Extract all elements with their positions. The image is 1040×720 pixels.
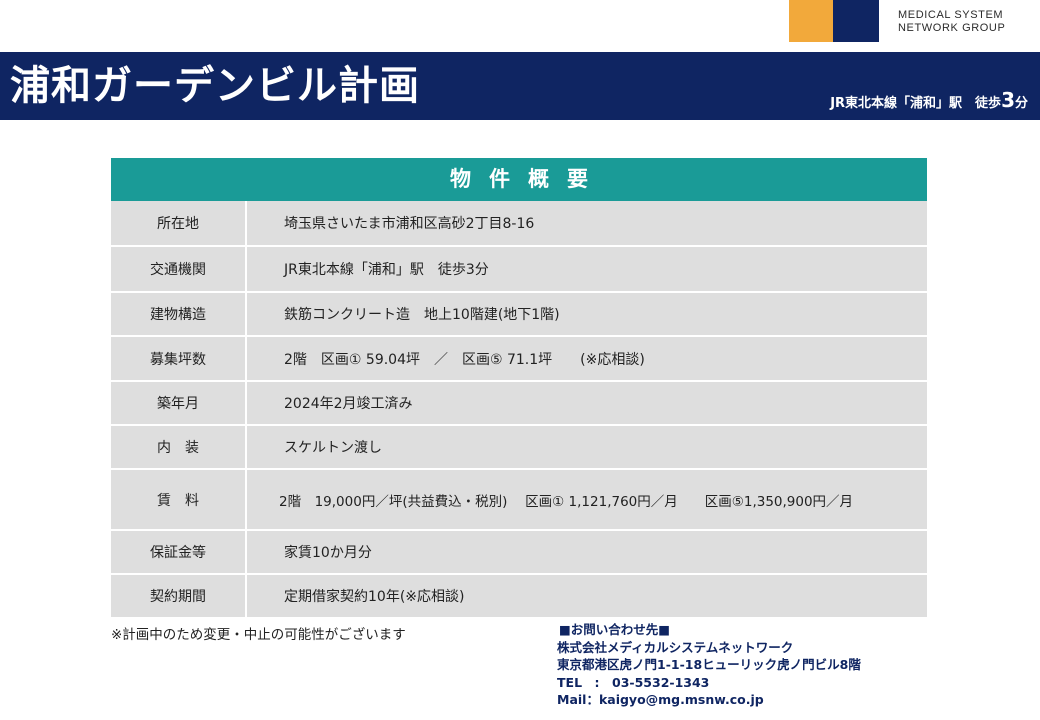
row-value: JR東北本線「浦和」駅 徒歩3分 bbox=[284, 262, 489, 278]
table-row-location: 所在地 埼玉県さいたま市浦和区高砂2丁目8-16 bbox=[111, 201, 927, 247]
row-value: 定期借家契約10年(※応相談) bbox=[284, 589, 465, 605]
contact-address: 東京都港区虎ノ門1-1-18ヒューリック虎ノ門ビル8階 bbox=[557, 657, 861, 672]
title-bar: 浦和ガーデンビル計画 JR東北本線「浦和」駅 徒歩3分 bbox=[0, 52, 1040, 120]
table-title: 物件概要 bbox=[111, 158, 927, 201]
company-logo-text: MEDICAL SYSTEM NETWORK GROUP bbox=[898, 9, 1005, 35]
disclaimer-note: ※計画中のため変更・中止の可能性がございます bbox=[111, 627, 406, 643]
contact-tel: TEL : 03-5532-1343 bbox=[557, 674, 710, 690]
table-row-completion: 築年月 2024年2月竣工済み bbox=[111, 382, 927, 426]
row-label: 交通機関 bbox=[111, 247, 247, 291]
row-label: 建物構造 bbox=[111, 293, 247, 335]
logo-line-2: NETWORK GROUP bbox=[898, 22, 1006, 34]
row-label: 築年月 bbox=[111, 382, 247, 424]
row-value: 2階 区画① 59.04坪 ／ 区画⑤ 71.1坪 (※応相談) bbox=[284, 351, 645, 368]
table-row-deposit: 保証金等 家賃10か月分 bbox=[111, 531, 927, 575]
contact-mail[interactable]: Mail：kaigyo@mg.msnw.co.jp bbox=[557, 691, 861, 709]
row-value: 2階 19,000円／坪(共益費込・税別) 区画① 1,121,760円／月 区… bbox=[279, 493, 854, 510]
page-title: 浦和ガーデンビル計画 bbox=[10, 63, 420, 109]
contact-block: ■お問い合わせ先■ 株式会社メディカルシステムネットワーク 東京都港区虎ノ門1-… bbox=[557, 621, 861, 709]
row-label: 契約期間 bbox=[111, 575, 247, 617]
access-subtitle-prefix: JR東北本線「浦和」駅 徒歩 bbox=[830, 96, 1002, 111]
row-value: 家賃10か月分 bbox=[284, 545, 372, 561]
table-row-interior: 内 装 スケルトン渡し bbox=[111, 426, 927, 470]
row-label: 賃 料 bbox=[111, 470, 247, 529]
contact-heading: ■お問い合わせ先■ bbox=[559, 622, 671, 637]
logo-orange-block bbox=[789, 0, 833, 42]
row-label: 内 装 bbox=[111, 426, 247, 468]
row-label: 募集坪数 bbox=[111, 337, 247, 380]
row-value: 埼玉県さいたま市浦和区高砂2丁目8-16 bbox=[284, 216, 535, 232]
row-label: 保証金等 bbox=[111, 531, 247, 573]
contact-company: 株式会社メディカルシステムネットワーク bbox=[557, 639, 794, 655]
property-overview-table: 物件概要 所在地 埼玉県さいたま市浦和区高砂2丁目8-16 交通機関 JR東北本… bbox=[111, 158, 927, 617]
row-value: 2024年2月竣工済み bbox=[284, 396, 413, 412]
logo-navy-block bbox=[833, 0, 879, 42]
logo-line-1: MEDICAL SYSTEM bbox=[898, 9, 1004, 21]
table-row-rent: 賃 料 2階 19,000円／坪(共益費込・税別) 区画① 1,121,760円… bbox=[111, 470, 927, 531]
table-row-area: 募集坪数 2階 区画① 59.04坪 ／ 区画⑤ 71.1坪 (※応相談) bbox=[111, 337, 927, 382]
access-subtitle: JR東北本線「浦和」駅 徒歩3分 bbox=[830, 88, 1028, 116]
row-value: スケルトン渡し bbox=[284, 440, 382, 456]
table-row-contract: 契約期間 定期借家契約10年(※応相談) bbox=[111, 575, 927, 617]
row-label: 所在地 bbox=[111, 201, 247, 245]
access-walk-minutes: 3 bbox=[1001, 88, 1015, 112]
row-value: 鉄筋コンクリート造 地上10階建(地下1階) bbox=[284, 307, 560, 323]
table-row-structure: 建物構造 鉄筋コンクリート造 地上10階建(地下1階) bbox=[111, 293, 927, 337]
table-row-transport: 交通機関 JR東北本線「浦和」駅 徒歩3分 bbox=[111, 247, 927, 293]
access-subtitle-unit: 分 bbox=[1014, 96, 1028, 111]
